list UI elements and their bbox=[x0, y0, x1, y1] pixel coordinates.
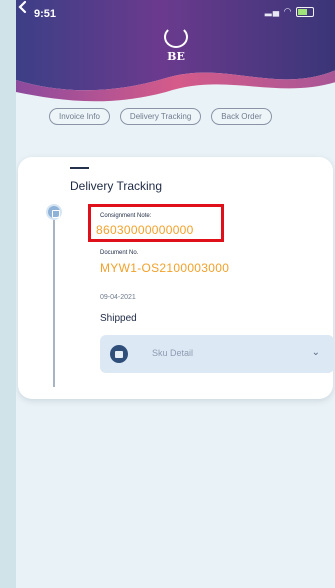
consignment-label: Consignment Note: bbox=[100, 213, 152, 219]
sku-detail-dropdown[interactable]: Sku Detail ⌄ bbox=[100, 335, 334, 373]
wifi-icon: ◠ bbox=[283, 6, 293, 16]
status-icons: ▂▄ ◠ bbox=[265, 6, 314, 17]
title-accent-line bbox=[70, 167, 89, 169]
chevron-down-icon: ⌄ bbox=[311, 347, 320, 358]
sku-detail-label: Sku Detail bbox=[152, 348, 194, 358]
status-text: Shipped bbox=[100, 313, 137, 324]
back-chevron-icon[interactable] bbox=[16, 0, 30, 14]
tracking-date: 09-04-2021 bbox=[100, 294, 136, 301]
status-time: 9:51 bbox=[34, 8, 57, 20]
timeline-line bbox=[53, 209, 55, 387]
document-value: MYW1-OS2100003000 bbox=[100, 261, 230, 275]
signal-icon: ▂▄ bbox=[264, 6, 281, 16]
package-icon bbox=[110, 345, 128, 363]
card-title: Delivery Tracking bbox=[70, 179, 163, 193]
delivery-tracking-card: Delivery Tracking Consignment Note: 8603… bbox=[18, 157, 334, 399]
brand-logo: BE bbox=[156, 26, 196, 66]
battery-icon bbox=[296, 6, 314, 17]
tab-invoice-info[interactable]: Invoice Info bbox=[49, 108, 110, 125]
timeline-node-icon bbox=[46, 204, 62, 220]
app-screen: 9:51 ▂▄ ◠ BE Invoice Info Delivery Track… bbox=[16, 0, 335, 588]
document-label: Document No. bbox=[100, 250, 139, 256]
tab-back-order[interactable]: Back Order bbox=[211, 108, 272, 125]
logo-text: BE bbox=[167, 50, 185, 63]
tab-delivery-tracking[interactable]: Delivery Tracking bbox=[119, 108, 202, 125]
header: 9:51 ▂▄ ◠ BE bbox=[16, 0, 335, 108]
logo-ring-icon bbox=[164, 26, 188, 48]
tab-bar: Invoice Info Delivery Tracking Back Orde… bbox=[49, 108, 272, 125]
consignment-value: 86030000000000 bbox=[96, 223, 194, 237]
